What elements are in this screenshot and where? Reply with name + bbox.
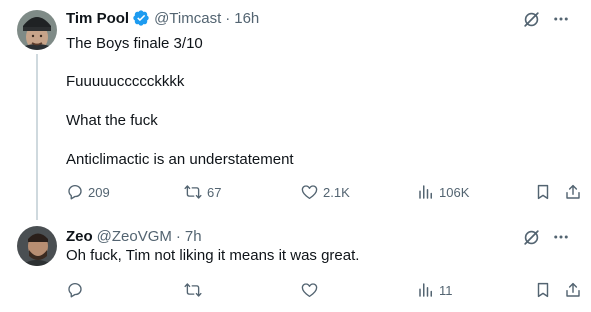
- bookmark-icon: [534, 183, 552, 201]
- separator-dot: ·: [225, 9, 231, 27]
- views-button[interactable]: 106K: [417, 183, 469, 201]
- tweet-zeovgm[interactable]: Zeo @ZeoVGM · 7h Oh fuck, Tim not liking…: [0, 220, 591, 312]
- tweet-header: Tim Pool @Timcast · 16h: [66, 8, 259, 28]
- reply-button[interactable]: [66, 281, 88, 299]
- reply-button[interactable]: 209: [66, 183, 110, 201]
- reply-count: 209: [88, 184, 110, 200]
- views-icon: [417, 281, 435, 299]
- like-count: 2.1K: [323, 184, 350, 200]
- avatar-image: [17, 10, 57, 50]
- handle[interactable]: @ZeoVGM: [97, 228, 172, 245]
- avatar-image: [17, 226, 57, 266]
- retweet-icon: [183, 183, 203, 201]
- tweet-line-3: What the fuck: [66, 112, 158, 129]
- tweet-line-1: The Boys finale 3/10: [66, 35, 203, 52]
- tweet-line-1: Oh fuck, Tim not liking it means it was …: [66, 247, 360, 264]
- action-bar: 11: [66, 281, 582, 301]
- avatar-timcast[interactable]: [17, 10, 57, 50]
- retweet-icon: [183, 281, 203, 299]
- timestamp[interactable]: 16h: [234, 10, 259, 27]
- share-button[interactable]: [564, 183, 582, 201]
- like-button[interactable]: 2.1K: [300, 183, 350, 201]
- separator-dot: ·: [175, 227, 181, 245]
- handle[interactable]: @Timcast: [154, 10, 221, 27]
- reply-icon: [66, 183, 84, 201]
- tweet-timcast[interactable]: Tim Pool @Timcast · 16h The Boys finale …: [0, 0, 591, 220]
- more-icon[interactable]: [551, 9, 571, 29]
- action-bar: 209 67 2.1K 106K: [66, 183, 582, 203]
- retweet-button[interactable]: [183, 281, 207, 299]
- reply-icon: [66, 281, 84, 299]
- bookmark-icon: [534, 281, 552, 299]
- avatar-zeovgm[interactable]: [17, 226, 57, 266]
- thread-line: [36, 54, 38, 220]
- like-icon: [300, 281, 319, 299]
- views-count: 106K: [439, 184, 470, 200]
- tweet-top-actions: [521, 9, 571, 29]
- like-icon: [300, 183, 319, 201]
- share-icon: [564, 183, 582, 201]
- bookmark-button[interactable]: [534, 281, 552, 299]
- views-button[interactable]: 11: [417, 281, 453, 299]
- grok-icon[interactable]: [521, 9, 541, 29]
- views-count: 11: [439, 282, 453, 298]
- like-button[interactable]: [300, 281, 323, 299]
- retweet-button[interactable]: 67: [183, 183, 221, 201]
- retweet-count: 67: [207, 184, 222, 200]
- views-icon: [417, 183, 435, 201]
- verified-badge-icon: [132, 9, 150, 27]
- tweet-top-actions: [521, 227, 571, 247]
- grok-icon[interactable]: [521, 227, 541, 247]
- tweet-line-4: Anticlimactic is an understatement: [66, 151, 294, 168]
- more-icon[interactable]: [551, 227, 571, 247]
- tweet-line-2: Fuuuuuccccckkkk: [66, 73, 185, 90]
- share-button[interactable]: [564, 281, 582, 299]
- display-name[interactable]: Zeo: [66, 228, 93, 245]
- share-icon: [564, 281, 582, 299]
- timestamp[interactable]: 7h: [185, 228, 202, 245]
- display-name[interactable]: Tim Pool: [66, 10, 129, 27]
- tweet-header: Zeo @ZeoVGM · 7h: [66, 226, 202, 246]
- bookmark-button[interactable]: [534, 183, 552, 201]
